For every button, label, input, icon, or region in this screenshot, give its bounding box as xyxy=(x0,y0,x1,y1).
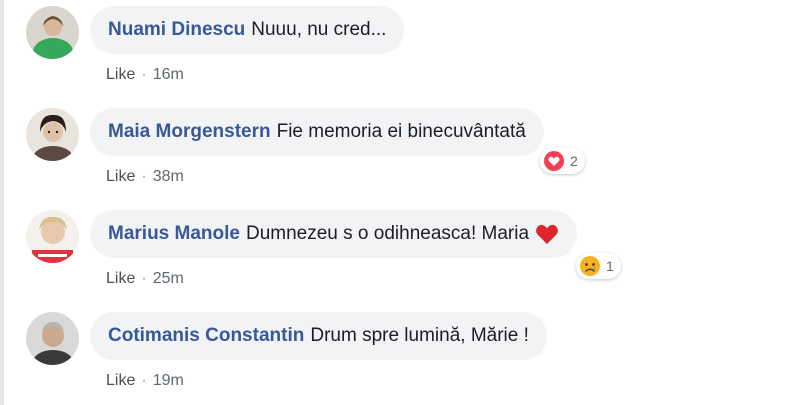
comment-meta: Like · 19m xyxy=(106,372,184,390)
comment-item: Marius Manole Dumnezeu s o odihneasca! M… xyxy=(26,210,786,300)
reaction-summary[interactable]: 2 xyxy=(540,148,585,174)
reaction-count: 2 xyxy=(570,153,578,169)
avatar-image xyxy=(26,6,79,59)
like-link[interactable]: Like xyxy=(106,372,135,390)
comment-author[interactable]: Maia Morgenstern xyxy=(108,121,271,143)
like-link[interactable]: Like xyxy=(106,168,135,186)
avatar[interactable] xyxy=(26,108,79,161)
sad-reaction-icon xyxy=(580,256,600,276)
comment-meta: Like · 16m xyxy=(106,66,184,84)
comment-bubble: Cotimanis Constantin Drum spre lumină, M… xyxy=(90,312,547,360)
comment-author[interactable]: Cotimanis Constantin xyxy=(108,325,304,347)
red-heart-icon xyxy=(536,224,558,244)
comment-author[interactable]: Nuami Dinescu xyxy=(108,19,245,41)
comment-text: Nuuu, nu cred... xyxy=(251,19,387,40)
reaction-summary[interactable]: 1 xyxy=(576,253,621,279)
meta-separator: · xyxy=(141,372,147,389)
comment-timestamp[interactable]: 16m xyxy=(153,66,184,84)
comment-meta: Like · 38m xyxy=(106,168,184,186)
like-link[interactable]: Like xyxy=(106,270,135,288)
reaction-count: 1 xyxy=(606,258,614,274)
comment-timestamp[interactable]: 25m xyxy=(153,270,184,288)
like-link[interactable]: Like xyxy=(106,66,135,84)
comment-bubble: Maia Morgenstern Fie memoria ei binecuvâ… xyxy=(90,108,544,156)
comment-author[interactable]: Marius Manole xyxy=(108,223,240,245)
comment-bubble: Marius Manole Dumnezeu s o odihneasca! M… xyxy=(90,210,578,258)
avatar[interactable] xyxy=(26,6,79,59)
meta-separator: · xyxy=(141,168,147,185)
avatar-image xyxy=(26,312,79,365)
comment-text: Dumnezeu s o odihneasca! Maria xyxy=(245,223,530,244)
comment-meta: Like · 25m xyxy=(106,270,184,288)
meta-separator: · xyxy=(141,270,147,287)
comment-text: Fie memoria ei binecuvântată xyxy=(276,121,526,142)
comment-timestamp[interactable]: 38m xyxy=(153,168,184,186)
comment-item: Maia Morgenstern Fie memoria ei binecuvâ… xyxy=(26,108,786,198)
avatar-image xyxy=(26,108,79,161)
avatar[interactable] xyxy=(26,210,79,263)
comment-item: Cotimanis Constantin Drum spre lumină, M… xyxy=(26,312,786,402)
feed-left-border xyxy=(0,0,4,405)
comment-item: Nuami Dinescu Nuuu, nu cred... Like · 16… xyxy=(26,6,786,96)
comment-bubble: Nuami Dinescu Nuuu, nu cred... xyxy=(90,6,405,54)
comment-timestamp[interactable]: 19m xyxy=(153,372,184,390)
avatar-image xyxy=(26,210,79,263)
comment-text: Drum spre lumină, Mărie ! xyxy=(310,325,529,346)
avatar[interactable] xyxy=(26,312,79,365)
meta-separator: · xyxy=(141,66,147,83)
heart-reaction-icon xyxy=(544,151,564,171)
